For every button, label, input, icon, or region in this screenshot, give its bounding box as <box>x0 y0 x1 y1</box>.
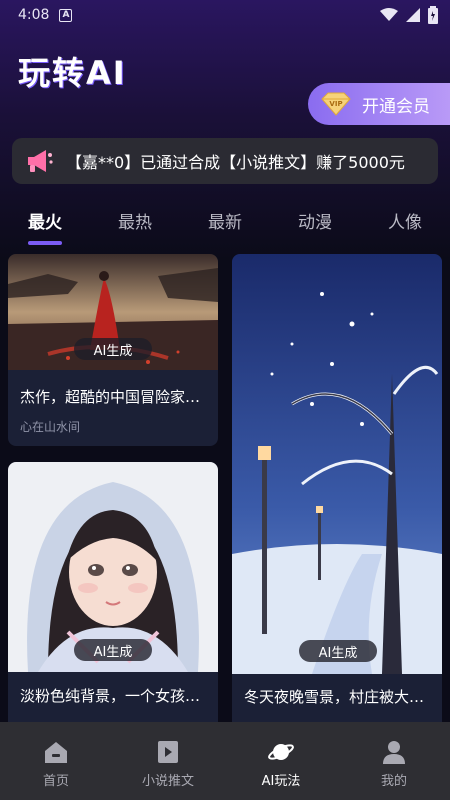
tab-portrait[interactable]: 人像 <box>388 208 422 233</box>
signal-icon <box>406 8 420 22</box>
bottom-navigation: 首页 小说推文 AI玩法 我的 <box>0 722 450 800</box>
battery-icon <box>428 6 438 24</box>
status-bar: 4:08 A <box>0 0 450 30</box>
ai-generated-badge: AI生成 <box>74 338 152 360</box>
nav-ai-play[interactable]: AI玩法 <box>225 722 337 800</box>
vip-diamond-icon: VIP <box>321 92 351 116</box>
notice-bar[interactable]: 【嘉**0】已通过合成【小说推文】赚了5000元 <box>12 138 438 184</box>
nav-home[interactable]: 首页 <box>0 722 112 800</box>
tab-latest[interactable]: 最新 <box>208 208 242 233</box>
artwork-card[interactable]: AI生成 杰作，超酷的中国冒险家… 心在山水间 <box>8 254 218 446</box>
wifi-icon <box>380 8 398 21</box>
card-title: 杰作，超酷的中国冒险家… <box>20 388 201 406</box>
nav-profile-label: 我的 <box>380 774 407 789</box>
nav-home-label: 首页 <box>42 774 69 789</box>
tab-anime[interactable]: 动漫 <box>298 208 332 233</box>
ai-generated-badge: AI生成 <box>299 640 377 662</box>
card-image-snow-night <box>232 254 442 674</box>
tab-active-indicator <box>28 241 62 245</box>
video-icon <box>158 741 178 763</box>
tab-popular[interactable]: 最热 <box>118 208 152 233</box>
artwork-card[interactable]: AI生成 淡粉色纯背景，一个女孩… <box>8 462 218 732</box>
home-icon <box>45 742 67 763</box>
status-time: 4:08 <box>18 7 50 23</box>
vip-button-label: 开通会员 <box>362 96 430 117</box>
card-title: 冬天夜晚雪景，村庄被大… <box>244 688 425 706</box>
nav-novel-label: 小说推文 <box>141 774 194 789</box>
nav-profile[interactable]: 我的 <box>338 722 450 800</box>
nav-ai-play-label: AI玩法 <box>261 774 301 789</box>
megaphone-icon <box>28 150 53 172</box>
card-title: 淡粉色纯背景，一个女孩… <box>20 687 201 705</box>
vip-button[interactable]: VIP 开通会员 <box>308 83 450 125</box>
planet-icon <box>268 744 294 760</box>
card-author: 心在山水间 <box>20 420 81 434</box>
app-title: 玩转AI <box>18 54 127 92</box>
ai-generated-badge: AI生成 <box>74 639 152 661</box>
category-tabs: 最火 最热 最新 动漫 人像 <box>0 208 450 248</box>
profile-icon <box>383 741 405 764</box>
notice-text: 【嘉**0】已通过合成【小说推文】赚了5000元 <box>66 153 405 172</box>
tab-hottest[interactable]: 最火 <box>28 208 62 233</box>
vip-icon-text: VIP <box>329 100 342 108</box>
notification-icon: A <box>59 8 73 22</box>
artwork-card[interactable]: AI生成 冬天夜晚雪景，村庄被大… <box>232 254 442 732</box>
nav-novel[interactable]: 小说推文 <box>112 722 224 800</box>
